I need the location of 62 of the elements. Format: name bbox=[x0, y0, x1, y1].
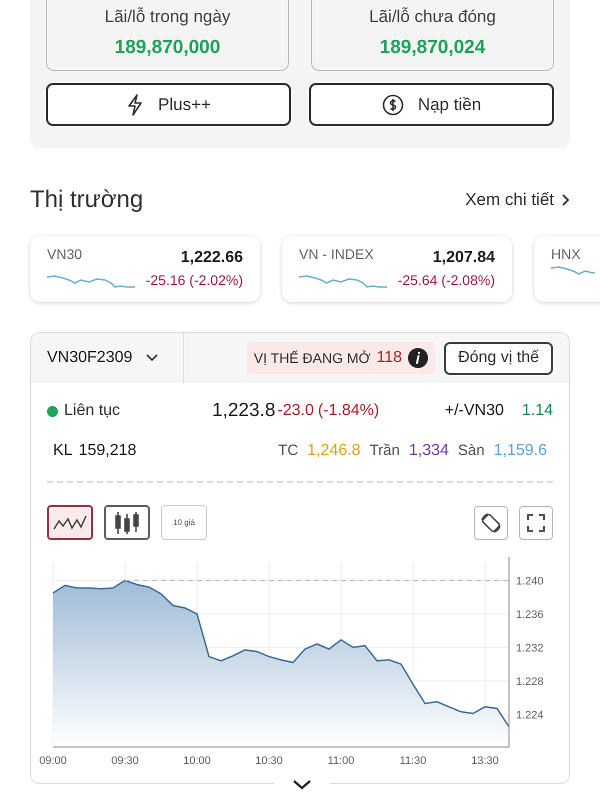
x-tick-label: 09:30 bbox=[111, 755, 139, 767]
index-card[interactable]: VN30 1,222.66 -25.16 (-2.02%) bbox=[30, 236, 260, 302]
index-value: 1,222.66 bbox=[180, 248, 243, 268]
open-positions-count: 118 bbox=[376, 348, 402, 368]
chevron-down-icon bbox=[293, 780, 311, 790]
lightning-icon bbox=[126, 94, 144, 116]
rotate-button[interactable] bbox=[474, 506, 508, 540]
stat-value: 189,870,000 bbox=[114, 36, 220, 60]
y-tick-label: 1.228 bbox=[516, 676, 544, 688]
reference-label: TC bbox=[278, 440, 298, 461]
basis-value: 1.14 bbox=[522, 401, 553, 421]
rotate-icon bbox=[480, 512, 502, 534]
symbol-selector[interactable]: VN30F2309 bbox=[31, 333, 184, 383]
stat-label: Lãi/lỗ trong ngày bbox=[104, 6, 230, 28]
session-status: Liên tục bbox=[64, 401, 122, 421]
index-name: VN - INDEX bbox=[299, 245, 374, 264]
fullscreen-button[interactable] bbox=[519, 506, 553, 540]
x-tick-label: 11:00 bbox=[328, 755, 354, 767]
index-value: 1,207.84 bbox=[432, 248, 495, 268]
chevron-down-icon bbox=[146, 354, 158, 362]
y-tick-label: 1.240 bbox=[516, 575, 544, 588]
index-name: VN30 bbox=[47, 245, 82, 264]
action-button[interactable]: Nạp tiền bbox=[309, 83, 554, 126]
x-tick-label: 10:30 bbox=[255, 755, 283, 767]
info-icon[interactable] bbox=[408, 348, 428, 368]
volume-value: 159,218 bbox=[78, 441, 136, 461]
reference-value: 1,334 bbox=[408, 441, 449, 461]
stat-value: 189,870,024 bbox=[380, 36, 486, 60]
stat-label: Lãi/lỗ chưa đóng bbox=[369, 6, 496, 28]
fullscreen-icon bbox=[527, 514, 545, 532]
chart-type-button[interactable] bbox=[47, 505, 93, 540]
index-card[interactable]: HNX bbox=[534, 236, 600, 302]
reference-value: 1,246.8 bbox=[307, 441, 361, 461]
open-positions-label: VỊ THẾ ĐANG MỞ bbox=[254, 348, 371, 368]
price-depth-button[interactable]: 10 giá bbox=[161, 505, 207, 540]
index-name: HNX bbox=[551, 245, 581, 264]
chevron-right-icon bbox=[562, 194, 570, 206]
basis-label: +/-VN30 bbox=[444, 401, 504, 421]
x-tick-label: 10:00 bbox=[183, 755, 211, 767]
index-change: -25.64 (-2.08%) bbox=[398, 271, 495, 290]
close-position-button[interactable]: Đóng vị thế bbox=[444, 342, 553, 374]
y-tick-label: 1.224 bbox=[516, 709, 544, 722]
reference-value: 1,159.6 bbox=[494, 441, 547, 461]
price-change-percent: (-1.84%) bbox=[318, 401, 380, 421]
y-tick-label: 1.232 bbox=[516, 642, 544, 654]
x-tick-label: 09:00 bbox=[39, 755, 67, 767]
x-tick-label: 13:30 bbox=[471, 755, 499, 767]
index-card[interactable]: VN - INDEX 1,207.84 -25.64 (-2.08%) bbox=[282, 236, 512, 302]
chart-type-button[interactable] bbox=[104, 505, 150, 540]
reference-label: Sàn bbox=[458, 440, 485, 461]
see-details-link[interactable]: Xem chi tiết bbox=[465, 187, 570, 213]
y-tick-label: 1.236 bbox=[516, 608, 544, 621]
volume-label: KL bbox=[53, 441, 73, 461]
price-change: -23.0 bbox=[277, 401, 314, 421]
index-change: -25.16 (-2.02%) bbox=[146, 271, 243, 290]
reference-label: Trần bbox=[370, 440, 400, 461]
line-chart-icon bbox=[53, 514, 87, 532]
x-tick-label: 11:30 bbox=[400, 755, 426, 767]
last-price: 1,223.8 bbox=[212, 398, 276, 423]
dollar-icon bbox=[382, 94, 404, 116]
section-title: Thị trường bbox=[30, 185, 144, 215]
action-button[interactable]: Plus++ bbox=[46, 83, 291, 126]
